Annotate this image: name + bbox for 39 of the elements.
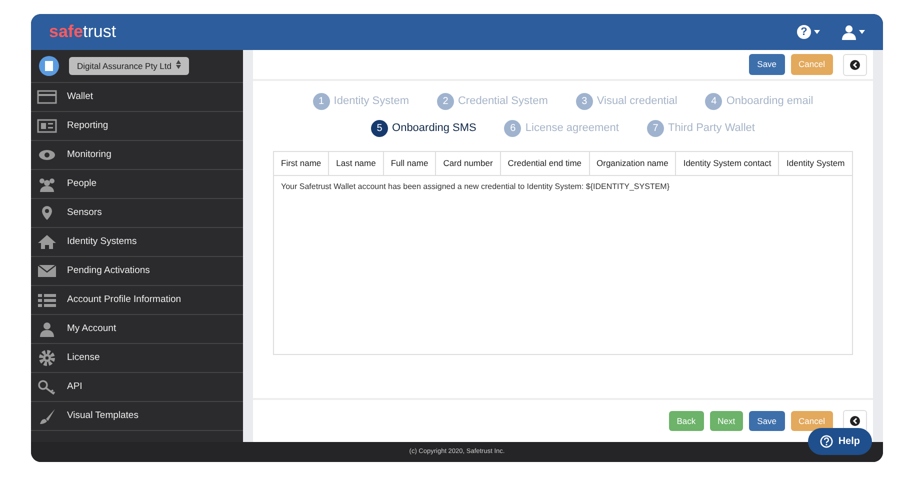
user-icon xyxy=(37,321,57,337)
building-icon xyxy=(39,56,59,76)
sidebar-item[interactable]: Pending Activations xyxy=(31,257,243,286)
user-icon xyxy=(842,24,856,40)
sidebar-item[interactable]: Account Profile Information xyxy=(31,286,243,315)
eye-icon xyxy=(37,147,57,163)
sidebar-item[interactable]: License xyxy=(31,344,243,373)
sidebar-item[interactable]: Identity Systems xyxy=(31,228,243,257)
user-menu[interactable] xyxy=(842,24,865,40)
organization-select[interactable]: Digital Assurance Pty Ltd xyxy=(69,56,189,76)
caret-icon xyxy=(814,30,820,34)
step-tab[interactable]: 5 Onboarding SMS xyxy=(371,120,476,137)
sidebar-item[interactable]: Monitoring xyxy=(31,141,243,170)
envelope-icon xyxy=(37,263,57,279)
card-icon xyxy=(37,89,57,105)
caret-icon xyxy=(859,30,865,34)
help-icon xyxy=(820,435,834,448)
sidebar-item[interactable]: API xyxy=(31,373,243,402)
people-icon xyxy=(37,176,57,192)
arrow-left-icon xyxy=(850,416,860,426)
logo: safetrust xyxy=(49,21,116,44)
brush-icon xyxy=(37,408,57,424)
list-icon xyxy=(37,292,57,308)
key-icon xyxy=(37,379,57,395)
sidebar-item[interactable]: My Account xyxy=(31,315,243,344)
gear-icon xyxy=(37,350,57,366)
report-icon xyxy=(37,118,57,134)
sidebar-item[interactable]: Sensors xyxy=(31,199,243,228)
save-button[interactable]: Save xyxy=(749,54,785,75)
help-button[interactable]: Help xyxy=(808,428,872,455)
message-field[interactable]: Your Safetrust Wallet account has been assigned a new credential to Identity System: ${IDENTITY_SYSTEM} xyxy=(274,176,852,354)
save-button[interactable]: Save xyxy=(749,410,785,432)
sidebar-item[interactable]: Reporting xyxy=(31,112,243,141)
arrow-left-icon xyxy=(850,60,860,70)
house-icon xyxy=(37,234,57,250)
back-button[interactable] xyxy=(843,54,867,76)
sidebar-item[interactable]: Wallet xyxy=(31,83,243,112)
sort-icon xyxy=(176,60,181,69)
sidebar-item[interactable]: People xyxy=(31,170,243,199)
